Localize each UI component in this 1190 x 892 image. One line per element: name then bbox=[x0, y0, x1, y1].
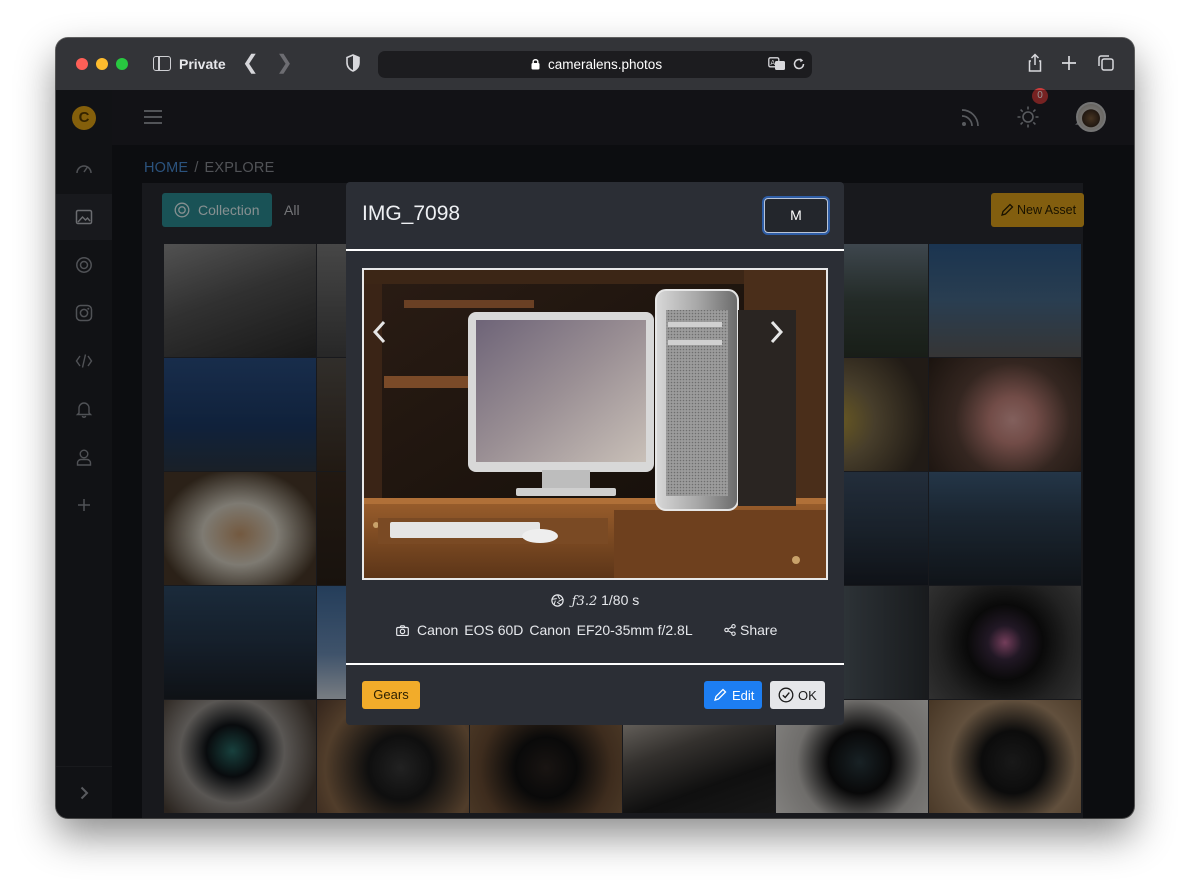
edit-button[interactable]: Edit bbox=[704, 681, 762, 709]
share-icon bbox=[724, 624, 736, 636]
reload-icon[interactable] bbox=[792, 57, 806, 71]
gear-info: Canon EOS 60D Canon EF20-35mm f/2.8L bbox=[396, 622, 693, 638]
camera-model: EOS 60D bbox=[464, 622, 524, 638]
zoom-window-button[interactable] bbox=[116, 58, 128, 70]
aperture-value: ƒ3.2 bbox=[571, 594, 598, 609]
share-label: Share bbox=[740, 622, 778, 638]
minimize-window-button[interactable] bbox=[96, 58, 108, 70]
camera-icon bbox=[396, 625, 409, 637]
photo-preview bbox=[362, 268, 828, 580]
modal-title: IMG_7098 bbox=[362, 202, 461, 225]
gears-button[interactable]: Gears bbox=[362, 681, 420, 709]
url-text: cameralens.photos bbox=[548, 57, 663, 72]
lock-icon bbox=[531, 59, 540, 70]
close-window-button[interactable] bbox=[76, 58, 88, 70]
ok-label: OK bbox=[798, 688, 817, 703]
carousel-next-icon[interactable] bbox=[766, 318, 786, 346]
browser-toolbar: Private ❮ ❯ cameralens.photos A bbox=[56, 38, 1134, 90]
share-link[interactable]: Share bbox=[724, 622, 777, 638]
share-icon[interactable] bbox=[1025, 53, 1045, 73]
shutter-speed: 1/80 s bbox=[601, 592, 640, 608]
back-button[interactable]: ❮ bbox=[242, 53, 259, 73]
lens-make: Canon bbox=[529, 622, 571, 638]
size-button[interactable]: M bbox=[764, 198, 828, 233]
pencil-icon bbox=[714, 688, 727, 701]
forward-button[interactable]: ❯ bbox=[276, 53, 293, 73]
photo-image bbox=[364, 270, 826, 578]
ok-button[interactable]: OK bbox=[770, 681, 825, 709]
sidebar-toggle-icon[interactable] bbox=[153, 56, 171, 71]
aperture-icon bbox=[551, 594, 564, 607]
photo-detail-modal: IMG_7098 M ƒ3.2 1/80 s Canon EOS 60D Can… bbox=[346, 182, 844, 725]
divider bbox=[346, 249, 844, 251]
exposure-info: ƒ3.2 1/80 s bbox=[346, 592, 844, 609]
tabs-overview-icon[interactable] bbox=[1096, 53, 1116, 73]
new-tab-icon[interactable] bbox=[1059, 53, 1079, 73]
camera-make: Canon bbox=[417, 622, 459, 638]
shield-icon[interactable] bbox=[346, 54, 360, 72]
svg-text:A: A bbox=[770, 59, 775, 67]
edit-label: Edit bbox=[732, 688, 755, 703]
check-circle-icon bbox=[778, 687, 794, 703]
carousel-prev-icon[interactable] bbox=[370, 318, 390, 346]
translate-icon[interactable]: A bbox=[768, 57, 786, 71]
address-bar[interactable]: cameralens.photos A bbox=[378, 51, 812, 78]
browser-window: Private ❮ ❯ cameralens.photos A C 0 HOME… bbox=[56, 38, 1134, 818]
private-mode-label: Private bbox=[179, 56, 226, 72]
divider bbox=[346, 663, 844, 665]
lens-model: EF20-35mm f/2.8L bbox=[576, 622, 693, 638]
